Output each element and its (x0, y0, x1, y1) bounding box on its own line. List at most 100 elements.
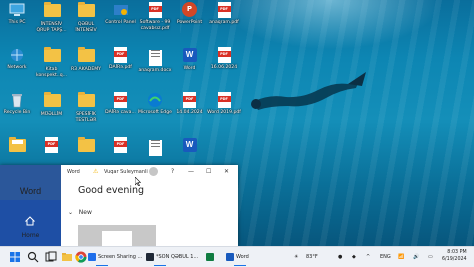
doc-icon (147, 140, 163, 156)
desktop-icon-label: This PC (8, 20, 26, 25)
app-icon (226, 252, 234, 261)
desktop-icon[interactable]: DAİRə cava... (104, 92, 138, 116)
start-windows-icon[interactable] (8, 250, 22, 264)
chevron-down-icon: ⌄ (68, 209, 74, 216)
desktop-icon-label: PowerPoint (176, 20, 203, 25)
desktop-icon[interactable]: P PowerPoint (173, 2, 207, 26)
ppt-icon: P (182, 2, 198, 18)
taskbar-app-button[interactable]: Word (226, 250, 249, 266)
app-icon (88, 252, 96, 261)
greeting-heading: Good evening (78, 185, 145, 196)
window-title: Word (67, 169, 80, 175)
desktop-icon[interactable]: Word 2019.pdf (207, 92, 241, 116)
folder-icon (43, 2, 61, 20)
warning-icon[interactable]: ⚠ (93, 168, 98, 175)
desktop-icon-label: Recycle Bin (3, 110, 31, 115)
desktop-icon-label: SPESİFİK TESTLƏR (75, 112, 97, 123)
account-name[interactable]: Vuqar Suleymanli (104, 169, 148, 175)
desktop-icon[interactable]: This PC (0, 2, 34, 26)
desktop-icon-label: R3 AKADEMY (70, 67, 101, 72)
pc-icon (9, 2, 25, 18)
taskbar-app-button[interactable] (206, 250, 216, 264)
desktop-icon[interactable]: anaqram.docx (138, 47, 172, 74)
desktop-icon-label: DAİRə.pdf (109, 65, 132, 70)
pdf-icon (113, 92, 129, 108)
weather-temperature[interactable]: 83°F (306, 250, 318, 264)
close-icon[interactable]: ✕ (224, 168, 229, 175)
desktop-icon[interactable]: Network (0, 47, 34, 71)
app-icon (146, 252, 154, 261)
word-icon: W (182, 138, 198, 154)
taskbar: Screen Sharing ... *SON QƏBUL 1... Word ☀ … (0, 246, 474, 267)
desktop-icon[interactable]: R3 AKADEMY (69, 47, 103, 73)
app-tray-icon[interactable]: ● (338, 250, 342, 264)
desktop-icon[interactable]: W (173, 137, 207, 156)
doc-icon (147, 50, 163, 66)
wallpaper-swimmer (251, 72, 366, 110)
pdf-icon (216, 47, 232, 63)
desktop-icon[interactable]: 16.06.2024 (207, 47, 241, 71)
folder-icon (78, 92, 95, 110)
chrome-icon[interactable] (74, 250, 88, 264)
folder-icon (43, 47, 61, 65)
word-start-window: Word Home Word ⚠ Vuqar Suleymanli ? — ☐ … (0, 165, 238, 246)
network-icon (9, 47, 25, 63)
desktop-icon[interactable]: anaqram.pdf (207, 2, 241, 26)
app-icon (206, 252, 214, 261)
desktop-icon-label: Kitab konspekt..q... (35, 67, 68, 78)
bin-icon (9, 92, 25, 108)
file-explorer-icon[interactable] (60, 250, 74, 264)
desktop-icon[interactable]: Control Panel (104, 2, 138, 26)
clock[interactable]: 8:03 PM 6/19/2024 (442, 249, 467, 263)
desktop-icon-label: QƏBUL İNTENSİV (75, 22, 97, 33)
desktop-icon-label: 16.06.2024 (210, 65, 238, 70)
sidebar-item-home[interactable]: Home (0, 232, 61, 239)
battery-icon[interactable]: ▭ (428, 250, 433, 264)
folder-icon (43, 92, 61, 110)
search-icon[interactable] (26, 250, 40, 264)
desktop-icon[interactable]: W Word (173, 47, 207, 72)
chevron-up-icon[interactable]: ^ (366, 250, 370, 264)
new-section-label: New (78, 209, 92, 216)
home-icon[interactable] (25, 216, 35, 226)
desktop-icon[interactable]: İNTENSİV QRUP TAPŞ... (35, 2, 69, 33)
desktop-icon[interactable] (138, 137, 172, 158)
desktop-icon[interactable] (0, 137, 34, 157)
task-view-icon[interactable] (44, 250, 58, 264)
desktop-icon-label: Control Panel (105, 20, 136, 25)
language-indicator[interactable]: ENG (380, 250, 391, 264)
desktop-icon[interactable] (35, 137, 69, 155)
desktop-icon[interactable]: QƏBUL İNTENSİV (69, 2, 103, 33)
desktop-icon[interactable]: 14.04.2024 (173, 92, 207, 116)
app-tray-icon[interactable]: ◆ (352, 250, 356, 264)
edge-icon (147, 92, 163, 108)
user-icon (9, 137, 26, 155)
desktop-icon-label: 14.04.2024 (176, 110, 203, 115)
desktop-icon[interactable]: Microsoft Edge (138, 92, 172, 116)
desktop-icon-label: anaqram.pdf (209, 20, 239, 25)
pdf-icon (113, 47, 129, 63)
minimize-icon[interactable]: — (188, 168, 194, 175)
clock-time: 8:03 PM (447, 250, 467, 255)
desktop-icon-label: anaqram.docx (138, 68, 172, 73)
avatar[interactable] (149, 167, 158, 176)
weather-icon[interactable]: ☀ (294, 250, 298, 264)
desktop-icon[interactable]: Kitab konspekt..q... (35, 47, 69, 78)
wifi-icon[interactable]: 📶 (398, 250, 404, 264)
blank-document-template[interactable] (78, 225, 156, 246)
new-section-toggle[interactable]: ⌄ New (68, 209, 92, 216)
maximize-icon[interactable]: ☐ (206, 168, 211, 175)
desktop-icon[interactable] (69, 137, 103, 157)
taskbar-app-button[interactable]: *SON QƏBUL 1... (146, 250, 198, 266)
help-button[interactable]: ? (171, 168, 174, 175)
volume-icon[interactable]: 🔊 (413, 250, 419, 264)
folder-icon (78, 47, 95, 65)
desktop-icon[interactable]: MÜƏLLİM (35, 92, 69, 118)
desktop-icon[interactable]: Software - 99 cavabsız.pdf (138, 2, 172, 31)
desktop-icon[interactable] (104, 137, 138, 155)
taskbar-app-button[interactable]: Screen Sharing ... (88, 250, 142, 266)
desktop-icon-label: İNTENSİV QRUP TAPŞ... (36, 22, 67, 33)
desktop-icon[interactable]: Recycle Bin (0, 92, 34, 116)
desktop-icon[interactable]: SPESİFİK TESTLƏR (69, 92, 103, 123)
desktop-icon[interactable]: DAİRə.pdf (104, 47, 138, 71)
